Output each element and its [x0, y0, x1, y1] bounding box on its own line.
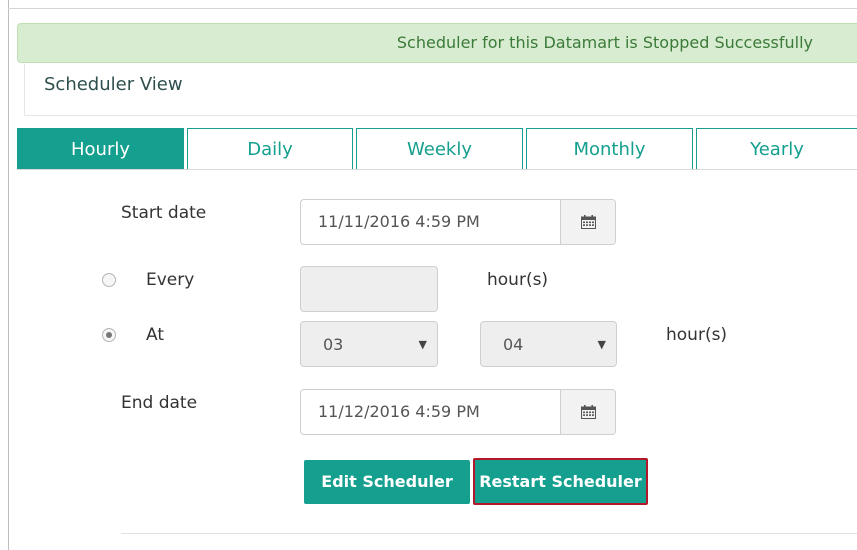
caret-down-icon: ▼	[418, 338, 427, 351]
start-date-calendar-button[interactable]	[560, 200, 615, 244]
schedule-tabs: Hourly Daily Weekly Monthly Yearly	[17, 128, 857, 170]
success-alert: Scheduler for this Datamart is Stopped S…	[17, 23, 857, 63]
panel-title: Scheduler View	[44, 74, 183, 95]
at-minute-value: 04	[503, 335, 524, 354]
at-label: At	[146, 325, 164, 345]
calendar-icon	[580, 405, 596, 419]
caret-down-icon: ▼	[597, 338, 606, 351]
end-date-label: End date	[121, 393, 198, 413]
at-minute-select[interactable]: 04 ▼	[480, 321, 617, 367]
at-hour-value: 03	[323, 335, 344, 354]
edit-scheduler-button[interactable]: Edit Scheduler	[304, 460, 470, 504]
start-date-value[interactable]: 11/11/2016 4:59 PM	[318, 200, 480, 244]
page-frame-top-border	[8, 8, 857, 9]
form-bottom-divider	[121, 533, 857, 534]
page-frame-left-border	[8, 0, 9, 550]
end-date-calendar-button[interactable]	[560, 390, 615, 434]
tab-weekly[interactable]: Weekly	[356, 128, 523, 170]
every-unit-label: hour(s)	[487, 270, 549, 290]
end-date-field[interactable]: 11/12/2016 4:59 PM	[300, 389, 616, 435]
start-date-field[interactable]: 11/11/2016 4:59 PM	[300, 199, 616, 245]
every-radio[interactable]	[102, 273, 116, 287]
tab-yearly[interactable]: Yearly	[696, 128, 857, 170]
tab-daily[interactable]: Daily	[187, 128, 353, 170]
end-date-value[interactable]: 11/12/2016 4:59 PM	[318, 390, 480, 434]
calendar-icon	[580, 215, 596, 229]
tab-hourly[interactable]: Hourly	[17, 128, 184, 170]
tab-divider	[17, 169, 857, 170]
every-label: Every	[146, 270, 195, 290]
at-unit-label: hour(s)	[666, 325, 728, 345]
start-date-label: Start date	[121, 203, 207, 223]
restart-scheduler-button[interactable]: Restart Scheduler	[473, 458, 648, 505]
at-radio[interactable]	[102, 328, 116, 342]
every-hours-input[interactable]	[300, 266, 438, 312]
tab-monthly[interactable]: Monthly	[526, 128, 693, 170]
at-hour-select[interactable]: 03 ▼	[300, 321, 438, 367]
